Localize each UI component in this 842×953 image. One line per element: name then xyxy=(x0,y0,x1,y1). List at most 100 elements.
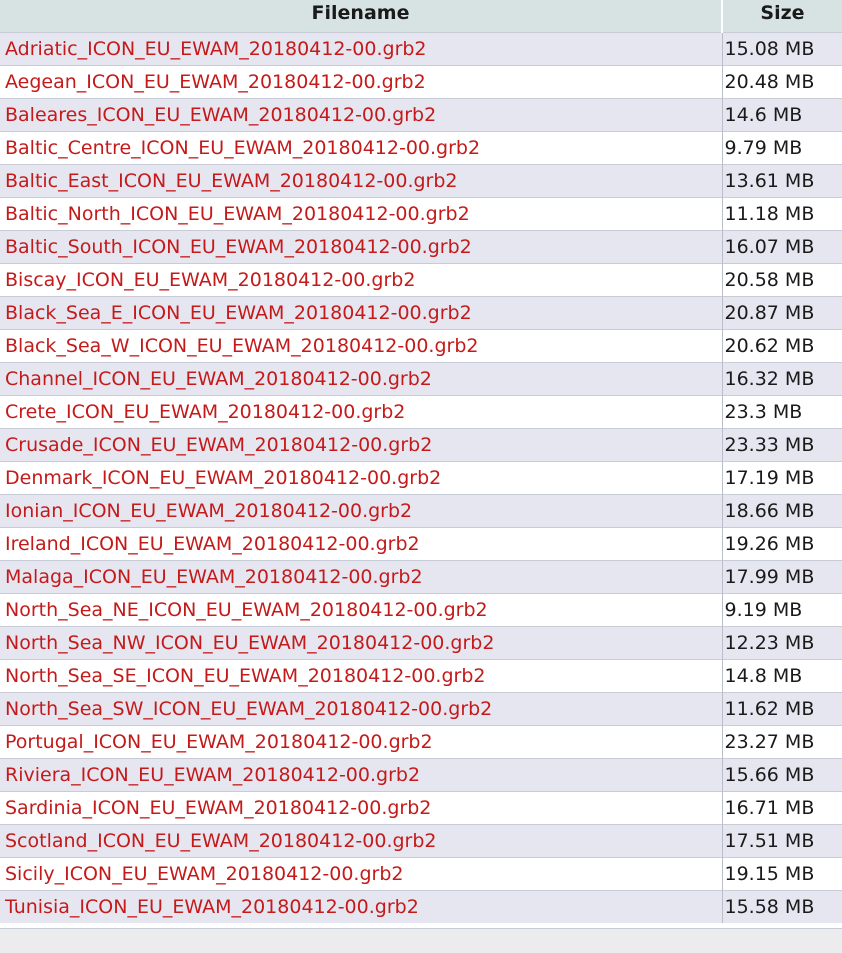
file-size-cell: 23.33 MB xyxy=(721,428,842,462)
table-row: Adriatic_ICON_EU_EWAM_20180412-00.grb2 15… xyxy=(0,32,842,66)
file-download-link[interactable]: Tunisia_ICON_EU_EWAM_20180412-00.grb2 xyxy=(5,896,419,918)
file-download-link[interactable]: Aegean_ICON_EU_EWAM_20180412-00.grb2 xyxy=(5,71,426,93)
file-size-cell: 9.79 MB xyxy=(721,131,842,165)
table-row: North_Sea_SE_ICON_EU_EWAM_20180412-00.gr… xyxy=(0,659,842,693)
filename-cell: North_Sea_SW_ICON_EU_EWAM_20180412-00.gr… xyxy=(0,692,722,726)
file-size-cell: 15.58 MB xyxy=(721,890,842,923)
file-download-link[interactable]: Channel_ICON_EU_EWAM_20180412-00.grb2 xyxy=(5,368,432,390)
file-size-cell: 19.15 MB xyxy=(721,857,842,891)
file-download-link[interactable]: Baltic_South_ICON_EU_EWAM_20180412-00.gr… xyxy=(5,236,472,258)
file-size-cell: 16.07 MB xyxy=(721,230,842,264)
filename-cell: North_Sea_NE_ICON_EU_EWAM_20180412-00.gr… xyxy=(0,593,722,627)
file-download-link[interactable]: North_Sea_NW_ICON_EU_EWAM_20180412-00.gr… xyxy=(5,632,494,654)
file-size-cell: 14.6 MB xyxy=(721,98,842,132)
filename-cell: Crete_ICON_EU_EWAM_20180412-00.grb2 xyxy=(0,395,722,429)
table-row: Denmark_ICON_EU_EWAM_20180412-00.grb2 17.… xyxy=(0,461,842,495)
file-download-link[interactable]: Black_Sea_E_ICON_EU_EWAM_20180412-00.grb… xyxy=(5,302,472,324)
file-size-cell: 17.19 MB xyxy=(721,461,842,495)
table-row: Malaga_ICON_EU_EWAM_20180412-00.grb2 17.9… xyxy=(0,560,842,594)
file-download-link[interactable]: Black_Sea_W_ICON_EU_EWAM_20180412-00.grb… xyxy=(5,335,478,357)
file-download-link[interactable]: Scotland_ICON_EU_EWAM_20180412-00.grb2 xyxy=(5,830,437,852)
file-size-cell: 11.62 MB xyxy=(721,692,842,726)
filename-cell: Baltic_Centre_ICON_EU_EWAM_20180412-00.g… xyxy=(0,131,722,165)
filename-cell: Scotland_ICON_EU_EWAM_20180412-00.grb2 xyxy=(0,824,722,858)
table-row: Baltic_East_ICON_EU_EWAM_20180412-00.grb… xyxy=(0,164,842,198)
table-header: Filename Size xyxy=(0,0,842,33)
filename-cell: Ireland_ICON_EU_EWAM_20180412-00.grb2 xyxy=(0,527,722,561)
file-size-cell: 15.08 MB xyxy=(721,32,842,66)
filename-cell: Baltic_North_ICON_EU_EWAM_20180412-00.gr… xyxy=(0,197,722,231)
table-row: Baleares_ICON_EU_EWAM_20180412-00.grb2 14… xyxy=(0,98,842,132)
table-row: North_Sea_NW_ICON_EU_EWAM_20180412-00.gr… xyxy=(0,626,842,660)
file-size-cell: 14.8 MB xyxy=(721,659,842,693)
filename-cell: Baltic_South_ICON_EU_EWAM_20180412-00.gr… xyxy=(0,230,722,264)
file-size-cell: 20.58 MB xyxy=(721,263,842,297)
filename-cell: Denmark_ICON_EU_EWAM_20180412-00.grb2 xyxy=(0,461,722,495)
table-row: Crusade_ICON_EU_EWAM_20180412-00.grb2 23.… xyxy=(0,428,842,462)
file-download-link[interactable]: Ionian_ICON_EU_EWAM_20180412-00.grb2 xyxy=(5,500,412,522)
size-column-header[interactable]: Size xyxy=(722,0,842,33)
file-download-link[interactable]: Baltic_North_ICON_EU_EWAM_20180412-00.gr… xyxy=(5,203,470,225)
file-download-link[interactable]: Adriatic_ICON_EU_EWAM_20180412-00.grb2 xyxy=(5,38,427,60)
file-download-link[interactable]: Denmark_ICON_EU_EWAM_20180412-00.grb2 xyxy=(5,467,441,489)
file-size-cell: 17.99 MB xyxy=(721,560,842,594)
file-download-link[interactable]: Sicily_ICON_EU_EWAM_20180412-00.grb2 xyxy=(5,863,403,885)
filename-cell: Black_Sea_W_ICON_EU_EWAM_20180412-00.grb… xyxy=(0,329,722,363)
filename-cell: North_Sea_NW_ICON_EU_EWAM_20180412-00.gr… xyxy=(0,626,722,660)
file-size-cell: 20.48 MB xyxy=(721,65,842,99)
filename-column-header[interactable]: Filename xyxy=(0,0,723,33)
table-row: Baltic_South_ICON_EU_EWAM_20180412-00.gr… xyxy=(0,230,842,264)
file-size-cell: 15.66 MB xyxy=(721,758,842,792)
file-download-link[interactable]: North_Sea_SE_ICON_EU_EWAM_20180412-00.gr… xyxy=(5,665,486,687)
file-size-cell: 12.23 MB xyxy=(721,626,842,660)
table-row: Tunisia_ICON_EU_EWAM_20180412-00.grb2 15.… xyxy=(0,890,842,923)
table-row: North_Sea_NE_ICON_EU_EWAM_20180412-00.gr… xyxy=(0,593,842,627)
table-body: Adriatic_ICON_EU_EWAM_20180412-00.grb2 15… xyxy=(0,32,842,923)
file-size-cell: 16.71 MB xyxy=(721,791,842,825)
file-download-link[interactable]: Sardinia_ICON_EU_EWAM_20180412-00.grb2 xyxy=(5,797,431,819)
table-row: Crete_ICON_EU_EWAM_20180412-00.grb2 23.3 … xyxy=(0,395,842,429)
table-row: North_Sea_SW_ICON_EU_EWAM_20180412-00.gr… xyxy=(0,692,842,726)
file-download-link[interactable]: Baleares_ICON_EU_EWAM_20180412-00.grb2 xyxy=(5,104,436,126)
file-download-link[interactable]: Riviera_ICON_EU_EWAM_20180412-00.grb2 xyxy=(5,764,420,786)
table-row: Black_Sea_E_ICON_EU_EWAM_20180412-00.grb… xyxy=(0,296,842,330)
filename-cell: Sardinia_ICON_EU_EWAM_20180412-00.grb2 xyxy=(0,791,722,825)
filename-cell: Malaga_ICON_EU_EWAM_20180412-00.grb2 xyxy=(0,560,722,594)
table-row: Black_Sea_W_ICON_EU_EWAM_20180412-00.grb… xyxy=(0,329,842,363)
table-row: Baltic_Centre_ICON_EU_EWAM_20180412-00.g… xyxy=(0,131,842,165)
file-download-link[interactable]: Malaga_ICON_EU_EWAM_20180412-00.grb2 xyxy=(5,566,423,588)
filename-cell: Tunisia_ICON_EU_EWAM_20180412-00.grb2 xyxy=(0,890,722,923)
file-size-cell: 18.66 MB xyxy=(721,494,842,528)
file-download-link[interactable]: Ireland_ICON_EU_EWAM_20180412-00.grb2 xyxy=(5,533,420,555)
file-size-cell: 23.27 MB xyxy=(721,725,842,759)
filename-cell: North_Sea_SE_ICON_EU_EWAM_20180412-00.gr… xyxy=(0,659,722,693)
filename-cell: Sicily_ICON_EU_EWAM_20180412-00.grb2 xyxy=(0,857,722,891)
filename-cell: Baltic_East_ICON_EU_EWAM_20180412-00.grb… xyxy=(0,164,722,198)
file-size-cell: 11.18 MB xyxy=(721,197,842,231)
table-row: Ireland_ICON_EU_EWAM_20180412-00.grb2 19.… xyxy=(0,527,842,561)
file-download-link[interactable]: Crusade_ICON_EU_EWAM_20180412-00.grb2 xyxy=(5,434,432,456)
file-download-link[interactable]: Biscay_ICON_EU_EWAM_20180412-00.grb2 xyxy=(5,269,415,291)
file-download-link[interactable]: North_Sea_SW_ICON_EU_EWAM_20180412-00.gr… xyxy=(5,698,492,720)
table-row: Sardinia_ICON_EU_EWAM_20180412-00.grb2 16… xyxy=(0,791,842,825)
filename-cell: Crusade_ICON_EU_EWAM_20180412-00.grb2 xyxy=(0,428,722,462)
table-row: Biscay_ICON_EU_EWAM_20180412-00.grb2 20.5… xyxy=(0,263,842,297)
file-table: Filename Size Adriatic_ICON_EU_EWAM_2018… xyxy=(0,0,842,923)
filename-cell: Ionian_ICON_EU_EWAM_20180412-00.grb2 xyxy=(0,494,722,528)
table-row: Sicily_ICON_EU_EWAM_20180412-00.grb2 19.1… xyxy=(0,857,842,891)
file-download-link[interactable]: North_Sea_NE_ICON_EU_EWAM_20180412-00.gr… xyxy=(5,599,488,621)
file-size-cell: 19.26 MB xyxy=(721,527,842,561)
file-size-cell: 13.61 MB xyxy=(721,164,842,198)
file-download-link[interactable]: Baltic_East_ICON_EU_EWAM_20180412-00.grb… xyxy=(5,170,458,192)
table-footer xyxy=(0,928,842,953)
file-download-link[interactable]: Baltic_Centre_ICON_EU_EWAM_20180412-00.g… xyxy=(5,137,480,159)
file-download-link[interactable]: Crete_ICON_EU_EWAM_20180412-00.grb2 xyxy=(5,401,405,423)
table-row: Riviera_ICON_EU_EWAM_20180412-00.grb2 15.… xyxy=(0,758,842,792)
header-row: Filename Size xyxy=(0,0,842,33)
file-download-link[interactable]: Portugal_ICON_EU_EWAM_20180412-00.grb2 xyxy=(5,731,433,753)
table-row: Portugal_ICON_EU_EWAM_20180412-00.grb2 23… xyxy=(0,725,842,759)
file-size-cell: 20.62 MB xyxy=(721,329,842,363)
file-size-cell: 20.87 MB xyxy=(721,296,842,330)
filename-cell: Baleares_ICON_EU_EWAM_20180412-00.grb2 xyxy=(0,98,722,132)
table-row: Channel_ICON_EU_EWAM_20180412-00.grb2 16.… xyxy=(0,362,842,396)
